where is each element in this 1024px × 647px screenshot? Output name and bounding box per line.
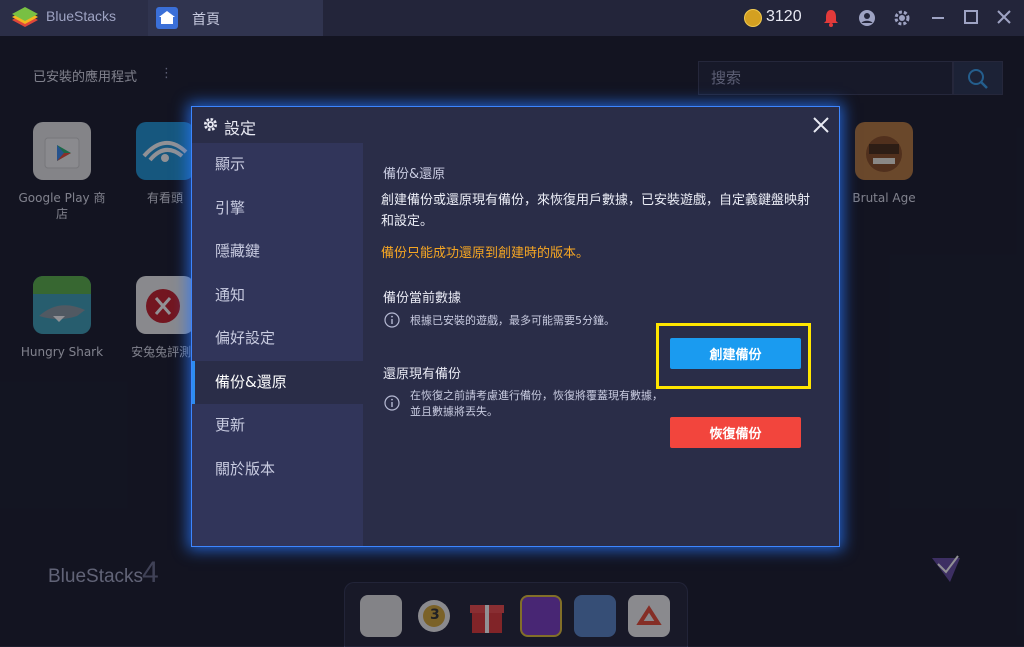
sidebar-item-notifications[interactable]: 通知 bbox=[192, 274, 363, 317]
sidebar-item-about[interactable]: 關於版本 bbox=[192, 448, 363, 491]
sidebar-item-engine[interactable]: 引擎 bbox=[192, 187, 363, 230]
settings-title: 設定 bbox=[224, 119, 257, 138]
info-icon bbox=[384, 395, 400, 411]
backup-title: 備份當前數據 bbox=[383, 291, 462, 306]
backup-restore-panel: 備份&還原 創建備份或還原現有備份，來恢復用戶數據，已安裝遊戲，自定義鍵盤映射和… bbox=[363, 143, 839, 546]
app-name: BlueStacks bbox=[46, 8, 117, 24]
close-icon[interactable] bbox=[996, 9, 1012, 25]
backup-note: 根據已安裝的遊戲，最多可能需要5分鐘。 bbox=[410, 314, 615, 327]
restore-note: 在恢復之前請考慮進行備份，恢復將覆蓋現有數據，並且數據將丟失。 bbox=[410, 389, 663, 418]
section-title: 備份&還原 bbox=[383, 167, 446, 182]
sidebar-item-backup-restore[interactable]: 備份&還原 bbox=[192, 361, 363, 404]
title-bar: BlueStacks 首頁 3120 bbox=[0, 0, 1024, 36]
settings-gear-icon bbox=[203, 117, 218, 132]
version-warning: 備份只能成功還原到創建時的版本。 bbox=[381, 246, 590, 261]
sidebar-item-hidden-keys[interactable]: 隱藏鍵 bbox=[192, 230, 363, 273]
tab-home-label: 首頁 bbox=[192, 12, 220, 28]
settings-dialog: 設定 顯示 引擎 隱藏鍵 通知 偏好設定 備份&還原 更新 關於版本 備份&還原… bbox=[191, 106, 840, 547]
home-icon bbox=[156, 7, 178, 29]
maximize-icon[interactable] bbox=[963, 9, 979, 25]
coin-icon bbox=[744, 9, 762, 27]
info-icon bbox=[384, 312, 400, 328]
minimize-icon[interactable] bbox=[930, 9, 946, 25]
app-brand-area: BlueStacks bbox=[0, 0, 148, 36]
highlight-frame bbox=[656, 323, 811, 389]
gear-icon[interactable] bbox=[893, 9, 911, 27]
settings-close-icon[interactable] bbox=[812, 116, 830, 134]
restore-title: 還原現有備份 bbox=[383, 367, 462, 382]
settings-header: 設定 bbox=[192, 107, 839, 143]
restore-backup-button[interactable]: 恢復備份 bbox=[670, 417, 801, 448]
sidebar-item-preferences[interactable]: 偏好設定 bbox=[192, 317, 363, 360]
section-description: 創建備份或還原現有備份，來恢復用戶數據，已安裝遊戲，自定義鍵盤映射和設定。 bbox=[381, 193, 811, 229]
settings-sidebar: 顯示 引擎 隱藏鍵 通知 偏好設定 備份&還原 更新 關於版本 bbox=[192, 143, 363, 546]
tab-home[interactable]: 首頁 bbox=[148, 0, 323, 36]
bluestacks-logo-icon bbox=[12, 7, 38, 27]
sidebar-item-updates[interactable]: 更新 bbox=[192, 404, 363, 447]
user-icon[interactable] bbox=[858, 9, 876, 27]
sidebar-item-display[interactable]: 顯示 bbox=[192, 143, 363, 186]
coin-count: 3120 bbox=[766, 8, 802, 25]
bell-icon[interactable] bbox=[822, 8, 840, 28]
